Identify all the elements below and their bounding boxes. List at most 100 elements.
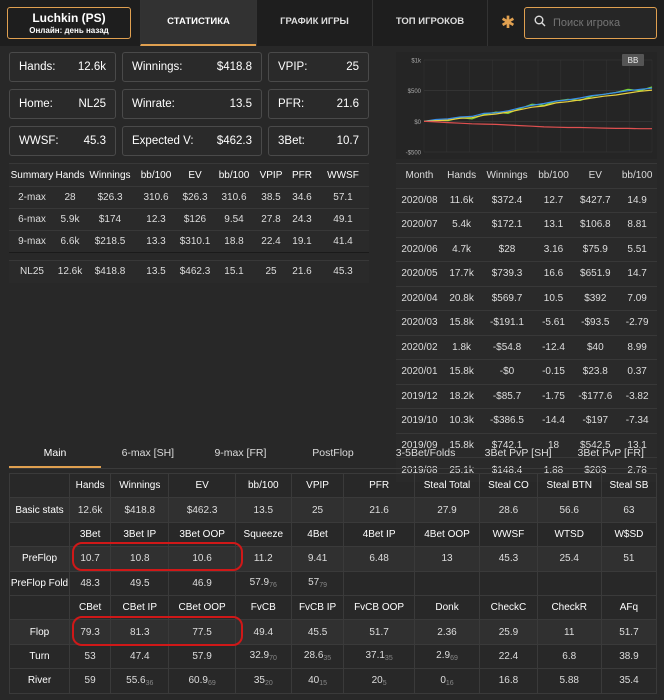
table-cell: 22.4: [255, 230, 287, 253]
table-cell: 16.6: [533, 261, 574, 286]
table-cell: 28.6: [479, 497, 538, 523]
cell-value: 9.41: [307, 553, 328, 565]
stat-value: 13.5: [229, 98, 252, 110]
table-cell: 15.1: [213, 260, 255, 283]
table-cell: 57.1: [317, 186, 369, 209]
column-header: W$SD: [600, 521, 658, 548]
stat-label: PFR:: [278, 98, 305, 110]
sample-count: 15: [319, 679, 328, 687]
tab-postflop[interactable]: PostFlop: [287, 439, 380, 468]
table-cell: 57.976: [234, 570, 292, 596]
table-header-row: Summary Hands Winnings bb/100 EV bb/100 VPIP PF…: [9, 163, 369, 187]
tab-game-chart[interactable]: ГРАФИК ИГРЫ: [256, 0, 372, 46]
table-row: 2020/08 11.6k $372.4 12.7 $427.7 14.9: [396, 187, 657, 213]
table-row: 2020/02 1.8k -$54.8 -12.4 $40 8.99: [396, 334, 657, 360]
table-cell: $310.1: [177, 230, 213, 253]
cell-value: 57: [308, 577, 320, 589]
table-cell: 2020/07: [396, 212, 443, 237]
table-cell: 35.4: [600, 668, 658, 694]
table-cell: 5.51: [617, 236, 657, 262]
table-cell: 3520: [234, 668, 292, 694]
player-status: Онлайн: день назад: [29, 26, 109, 35]
table-cell: 38.5: [255, 186, 287, 209]
table-cell: -14.4: [533, 408, 574, 433]
table-cell: -$0: [480, 359, 534, 384]
table-cell: 1.8k: [442, 334, 481, 360]
player-card[interactable]: Luchkin (PS) Онлайн: день назад: [7, 7, 131, 39]
table-cell: 13: [413, 546, 481, 572]
cell-value: 57.9: [192, 650, 212, 662]
cell-value: 25: [312, 504, 324, 516]
tab-9-max-fr[interactable]: 9-max [FR]: [194, 439, 287, 468]
row-label: PreFlop Fold: [9, 570, 70, 596]
column-header: VPIP: [255, 163, 287, 187]
column-header: Hands: [68, 472, 112, 499]
table-cell: 21.6: [343, 497, 415, 523]
column-header: Steal CO: [479, 472, 538, 499]
table-cell: 13.3: [135, 230, 177, 253]
column-header: Steal BTN: [536, 472, 602, 499]
table-cell: 6-max: [9, 208, 55, 231]
cell-value: 6.48: [369, 553, 389, 565]
tab-3bet-pvp-sh[interactable]: 3Bet PvP [SH]: [472, 439, 565, 468]
stat-value: 25: [346, 61, 359, 73]
tab-main[interactable]: Main: [9, 439, 101, 468]
row-label: Basic stats: [9, 497, 70, 523]
table-cell: -5.61: [533, 310, 574, 335]
table-cell: 6.6k: [55, 230, 85, 253]
stat-label: Home:: [19, 98, 53, 110]
column-header: WWSF: [317, 163, 369, 187]
column-header: Winnings: [110, 472, 170, 499]
tab-top-players[interactable]: ТОП ИГРОКОВ: [372, 0, 488, 46]
stat-3bet: 3Bet: 10.7: [268, 126, 369, 156]
stat-label: Expected V:: [132, 135, 194, 147]
cell-value: 45.3: [498, 553, 519, 565]
table-spacer: [9, 252, 369, 261]
column-header: bb/100: [213, 163, 255, 187]
column-header: Donk: [413, 594, 481, 621]
table-cell: $75.9: [573, 236, 618, 262]
stat-label: VPIP:: [278, 61, 308, 73]
table-cell: $40: [573, 334, 618, 360]
stat-value: 45.3: [83, 135, 106, 147]
tab-6-max-sh[interactable]: 6-max [SH]: [102, 439, 195, 468]
table-cell: 41.4: [317, 230, 369, 253]
tab-statistics[interactable]: СТАТИСТИКА: [140, 0, 256, 46]
table-cell: [9, 594, 70, 621]
table-cell: 55.636: [110, 668, 170, 694]
table-cell: 53: [68, 643, 112, 670]
sample-count: 36: [145, 679, 154, 687]
row-label: Flop: [9, 619, 70, 645]
table-cell: -1.75: [533, 383, 574, 409]
table-cell: 16.8: [479, 668, 538, 694]
cell-value: 49.4: [253, 626, 274, 638]
gear-icon[interactable]: ✱: [498, 13, 518, 33]
table-cell: 15.8k: [442, 310, 481, 335]
table-cell: 25.9: [479, 619, 538, 645]
table-cell: 13.5: [234, 497, 292, 523]
table-cell: 25: [290, 497, 345, 523]
stat-pfr: PFR: 21.6: [268, 89, 369, 119]
table-cell: 7.09: [617, 285, 657, 311]
stat-label: WWSF:: [19, 135, 59, 147]
tab-3-5bet-folds[interactable]: 3-5Bet/Folds: [379, 439, 472, 468]
table-cell: 8.81: [617, 212, 657, 237]
table-row: 2020/04 20.8k $569.7 10.5 $392 7.09: [396, 285, 657, 311]
cell-value: 16.8: [498, 675, 519, 687]
table-row: River 59 55.636 60.969 3520 4015 205 016 16.8 5.8…: [9, 668, 658, 694]
cell-value: $462.3: [186, 504, 218, 516]
column-header: CheckR: [536, 594, 602, 621]
column-header: FvCB: [234, 594, 292, 621]
table-cell: 6.48: [343, 546, 415, 572]
sample-count: 69: [207, 679, 216, 687]
table-cell: 51.7: [343, 619, 415, 645]
column-header: Steal Total: [413, 472, 481, 499]
y-tick-label: $0: [414, 120, 421, 126]
table-row: 2019/12 18.2k -$85.7 -1.75 -$177.6 -3.82: [396, 383, 657, 409]
stat-label: Winnings:: [132, 61, 183, 73]
tab-3bet-pvp-fr[interactable]: 3Bet PvP [FR]: [564, 439, 657, 468]
table-cell: 46.9: [168, 570, 236, 596]
table-cell: 14.9: [617, 187, 657, 213]
table-cell: [479, 570, 538, 596]
cell-value: 28.6: [303, 650, 324, 662]
